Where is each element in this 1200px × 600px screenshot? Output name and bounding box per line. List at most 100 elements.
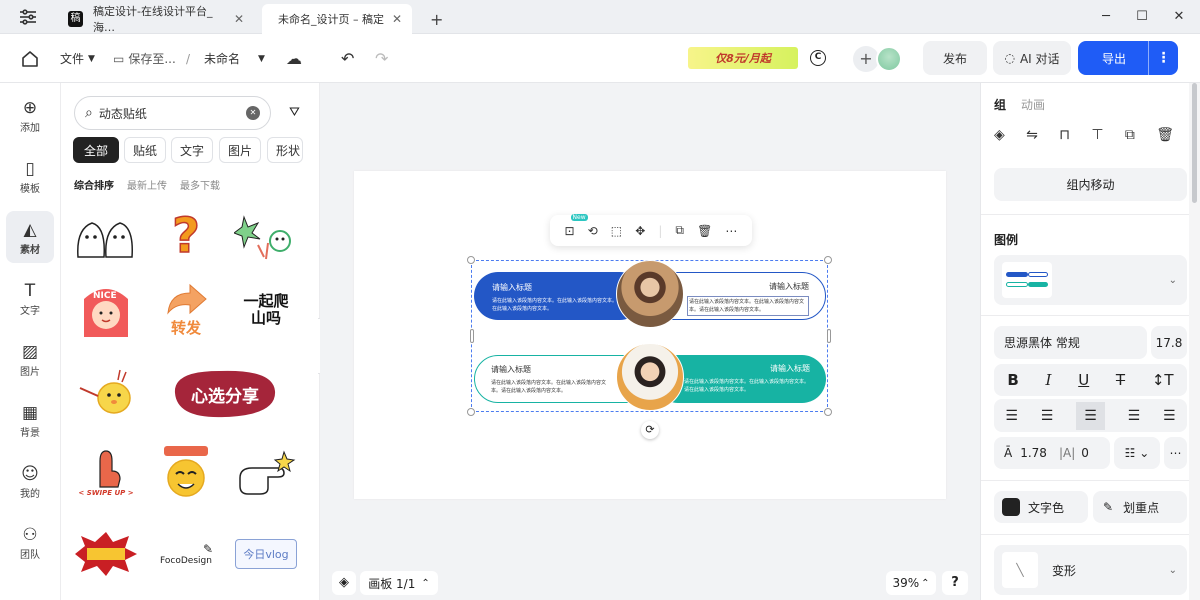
save-to-menu[interactable]: ▭ 保存至... bbox=[113, 34, 176, 83]
sticker-ghosts[interactable] bbox=[71, 205, 141, 267]
row1-photo[interactable] bbox=[616, 260, 684, 328]
sticker-swipe-up[interactable]: < SWIPE UP > bbox=[71, 441, 141, 503]
vertical-text-icon[interactable]: ↕T bbox=[1152, 371, 1174, 389]
rail-item-text[interactable]: T 文字 bbox=[6, 272, 54, 324]
sort-most-downloaded[interactable]: 最多下载 bbox=[180, 177, 220, 192]
magic-select-icon[interactable]: ⟲ bbox=[588, 224, 598, 238]
file-menu[interactable]: 文件 ▼ bbox=[60, 34, 95, 83]
chip-stickers[interactable]: 贴纸 bbox=[124, 137, 166, 163]
rail-item-mine[interactable]: ☺ 我的 bbox=[6, 455, 54, 507]
browser-tab-current[interactable]: 未命名_设计页 – 稿定 ✕ bbox=[262, 4, 412, 34]
resize-handle[interactable] bbox=[470, 329, 474, 343]
rail-item-materials[interactable]: ◭ 素材 bbox=[6, 211, 54, 263]
redo-icon[interactable]: ↷ bbox=[375, 34, 388, 83]
sticker-burst-label[interactable] bbox=[71, 523, 141, 585]
resize-handle[interactable] bbox=[824, 256, 832, 264]
layers-icon[interactable]: ◈ bbox=[994, 127, 1005, 143]
sort-comprehensive[interactable]: 综合排序 bbox=[74, 177, 114, 192]
ai-chat-button[interactable]: ◌ AI 对话 bbox=[993, 41, 1071, 75]
underline-icon[interactable]: U bbox=[1078, 371, 1089, 389]
resize-handle[interactable] bbox=[467, 256, 475, 264]
sticker-vlog[interactable]: 今日vlog bbox=[231, 523, 301, 585]
sticker-pointing-hand[interactable] bbox=[231, 441, 301, 503]
align-left-icon[interactable]: ☰ bbox=[1005, 408, 1018, 424]
resize-handle[interactable] bbox=[467, 408, 475, 416]
menu-icon[interactable] bbox=[18, 8, 38, 26]
italic-icon[interactable]: I bbox=[1046, 371, 1052, 389]
resize-handle[interactable] bbox=[827, 329, 831, 343]
sticker-yellow-chick[interactable] bbox=[71, 363, 141, 425]
sort-latest[interactable]: 最新上传 bbox=[127, 177, 167, 192]
delete-icon[interactable]: 🗑 bbox=[1156, 127, 1174, 143]
canvas-area[interactable]: ⊡ New ⟲ ⬚ ✥ | ⧉ 🗑 ⋯ 请输入标题 请在此输入该段落内容文本。在此… bbox=[320, 83, 980, 600]
highlight-button[interactable]: ✎ 划重点 bbox=[1093, 491, 1187, 523]
ungroup-icon[interactable]: ⬚ bbox=[611, 224, 622, 238]
board-pager[interactable]: 画板 1/1 ⌃ bbox=[360, 571, 438, 595]
row1-right-title[interactable]: 请输入标题 bbox=[687, 281, 809, 292]
chip-images[interactable]: 图片 bbox=[219, 137, 261, 163]
move-icon[interactable]: ✥ bbox=[635, 224, 645, 238]
align-right-icon[interactable]: ☰ bbox=[1076, 401, 1105, 430]
rail-item-team[interactable]: ⚇ 团队 bbox=[6, 516, 54, 568]
chip-shapes[interactable]: 形状 bbox=[267, 137, 303, 163]
copyright-icon[interactable]: C bbox=[810, 50, 826, 66]
font-family-select[interactable]: 思源黑体 常规 bbox=[994, 326, 1147, 359]
sticker-emoji-face[interactable] bbox=[151, 441, 221, 503]
row2-left-body[interactable]: 请在此输入该段落内容文本。在此输入该段落内容文本。请在此输入该段落内容文本。 bbox=[491, 379, 613, 395]
artboard[interactable]: ⊡ New ⟲ ⬚ ✥ | ⧉ 🗑 ⋯ 请输入标题 请在此输入该段落内容文本。在此… bbox=[354, 171, 946, 499]
rotate-icon[interactable]: ⟳ bbox=[641, 421, 659, 439]
undo-icon[interactable]: ↶ bbox=[341, 34, 354, 83]
maximize-icon[interactable]: ☐ bbox=[1133, 8, 1151, 26]
sticker-nice-girl[interactable]: NICE bbox=[71, 279, 141, 341]
promo-banner[interactable]: 仅8元/月起 bbox=[688, 47, 798, 69]
close-window-icon[interactable]: ✕ bbox=[1170, 8, 1188, 26]
row2-left-title[interactable]: 请输入标题 bbox=[491, 364, 613, 375]
ai-image-icon[interactable]: ⊡ New bbox=[565, 213, 588, 238]
scrollbar[interactable] bbox=[1189, 83, 1200, 600]
browser-tab-home[interactable]: 稿 稿定设计-在线设计平台_海… ✕ bbox=[58, 4, 254, 34]
more-options-button[interactable]: ⋯ bbox=[1164, 437, 1187, 469]
more-icon[interactable]: ⋯ bbox=[725, 224, 737, 238]
sticker-focodesign[interactable]: ✎ FocoDesign bbox=[151, 523, 221, 585]
rail-item-background[interactable]: ▦ 背景 bbox=[6, 394, 54, 446]
lock-icon[interactable]: ⊓ bbox=[1059, 127, 1070, 143]
bold-icon[interactable]: B bbox=[1007, 371, 1018, 389]
row1-left-body[interactable]: 请在此输入该段落内容文本。在此输入该段落内容文本。请在此输入该段落内容文本。 bbox=[492, 297, 622, 313]
help-button[interactable]: ? bbox=[942, 571, 968, 595]
align-justify-icon[interactable]: ☰ bbox=[1128, 408, 1141, 424]
rail-item-add[interactable]: ⊕ 添加 bbox=[6, 89, 54, 141]
home-icon[interactable] bbox=[20, 34, 42, 83]
legend-selector[interactable]: ⌄ bbox=[994, 255, 1187, 305]
clear-icon[interactable]: ✕ bbox=[246, 106, 260, 120]
list-style-select[interactable]: ☷ ⌄ bbox=[1114, 437, 1160, 469]
minimize-icon[interactable]: ─ bbox=[1097, 8, 1115, 26]
close-icon[interactable]: ✕ bbox=[234, 12, 244, 26]
move-in-group-button[interactable]: 组内移动 bbox=[994, 168, 1187, 201]
avatar[interactable] bbox=[876, 46, 902, 72]
export-more-icon[interactable]: ⋮ bbox=[1148, 41, 1178, 75]
sticker-xuan-share[interactable]: 心选分享 bbox=[165, 363, 285, 425]
copy-icon[interactable]: ⧉ bbox=[675, 223, 684, 238]
text-color-button[interactable]: 文字色 bbox=[994, 491, 1088, 523]
spacing-controls[interactable]: Ā 1.78 |A| 0 bbox=[994, 437, 1110, 469]
resize-handle[interactable] bbox=[824, 408, 832, 416]
transform-selector[interactable]: ╲ 变形 ⌄ bbox=[994, 545, 1187, 595]
format-painter-icon[interactable]: ⊤ bbox=[1091, 127, 1103, 143]
rail-item-templates[interactable]: ▯ 模板 bbox=[6, 150, 54, 202]
delete-icon[interactable]: 🗑 bbox=[697, 224, 712, 238]
document-name[interactable]: 未命名 ▼ bbox=[204, 34, 265, 83]
filter-icon[interactable]: ⛛ bbox=[289, 105, 300, 120]
scrollbar-thumb[interactable] bbox=[1192, 83, 1197, 203]
duplicate-icon[interactable]: ⧉ bbox=[1125, 127, 1135, 143]
publish-button[interactable]: 发布 bbox=[923, 41, 987, 75]
row2-photo[interactable] bbox=[616, 343, 684, 411]
tab-group[interactable]: 组 bbox=[994, 96, 1006, 113]
new-tab-button[interactable]: + bbox=[420, 4, 444, 34]
rail-item-images[interactable]: ▨ 图片 bbox=[6, 333, 54, 385]
layers-button[interactable]: ◈ bbox=[332, 571, 356, 595]
row2-right-title[interactable]: 请输入标题 bbox=[684, 363, 810, 374]
sticker-climb[interactable]: 一起爬山吗 bbox=[231, 279, 301, 341]
row2-right-body[interactable]: 请在此输入该段落内容文本。在此输入该段落内容文本。请在此输入该段落内容文本。 bbox=[684, 378, 810, 394]
zoom-control[interactable]: 39% ⌃ bbox=[886, 571, 936, 595]
row1-right-body[interactable]: 请在此输入该段落内容文本。在此输入该段落内容文本。请在此输入该段落内容文本。 bbox=[687, 296, 809, 316]
